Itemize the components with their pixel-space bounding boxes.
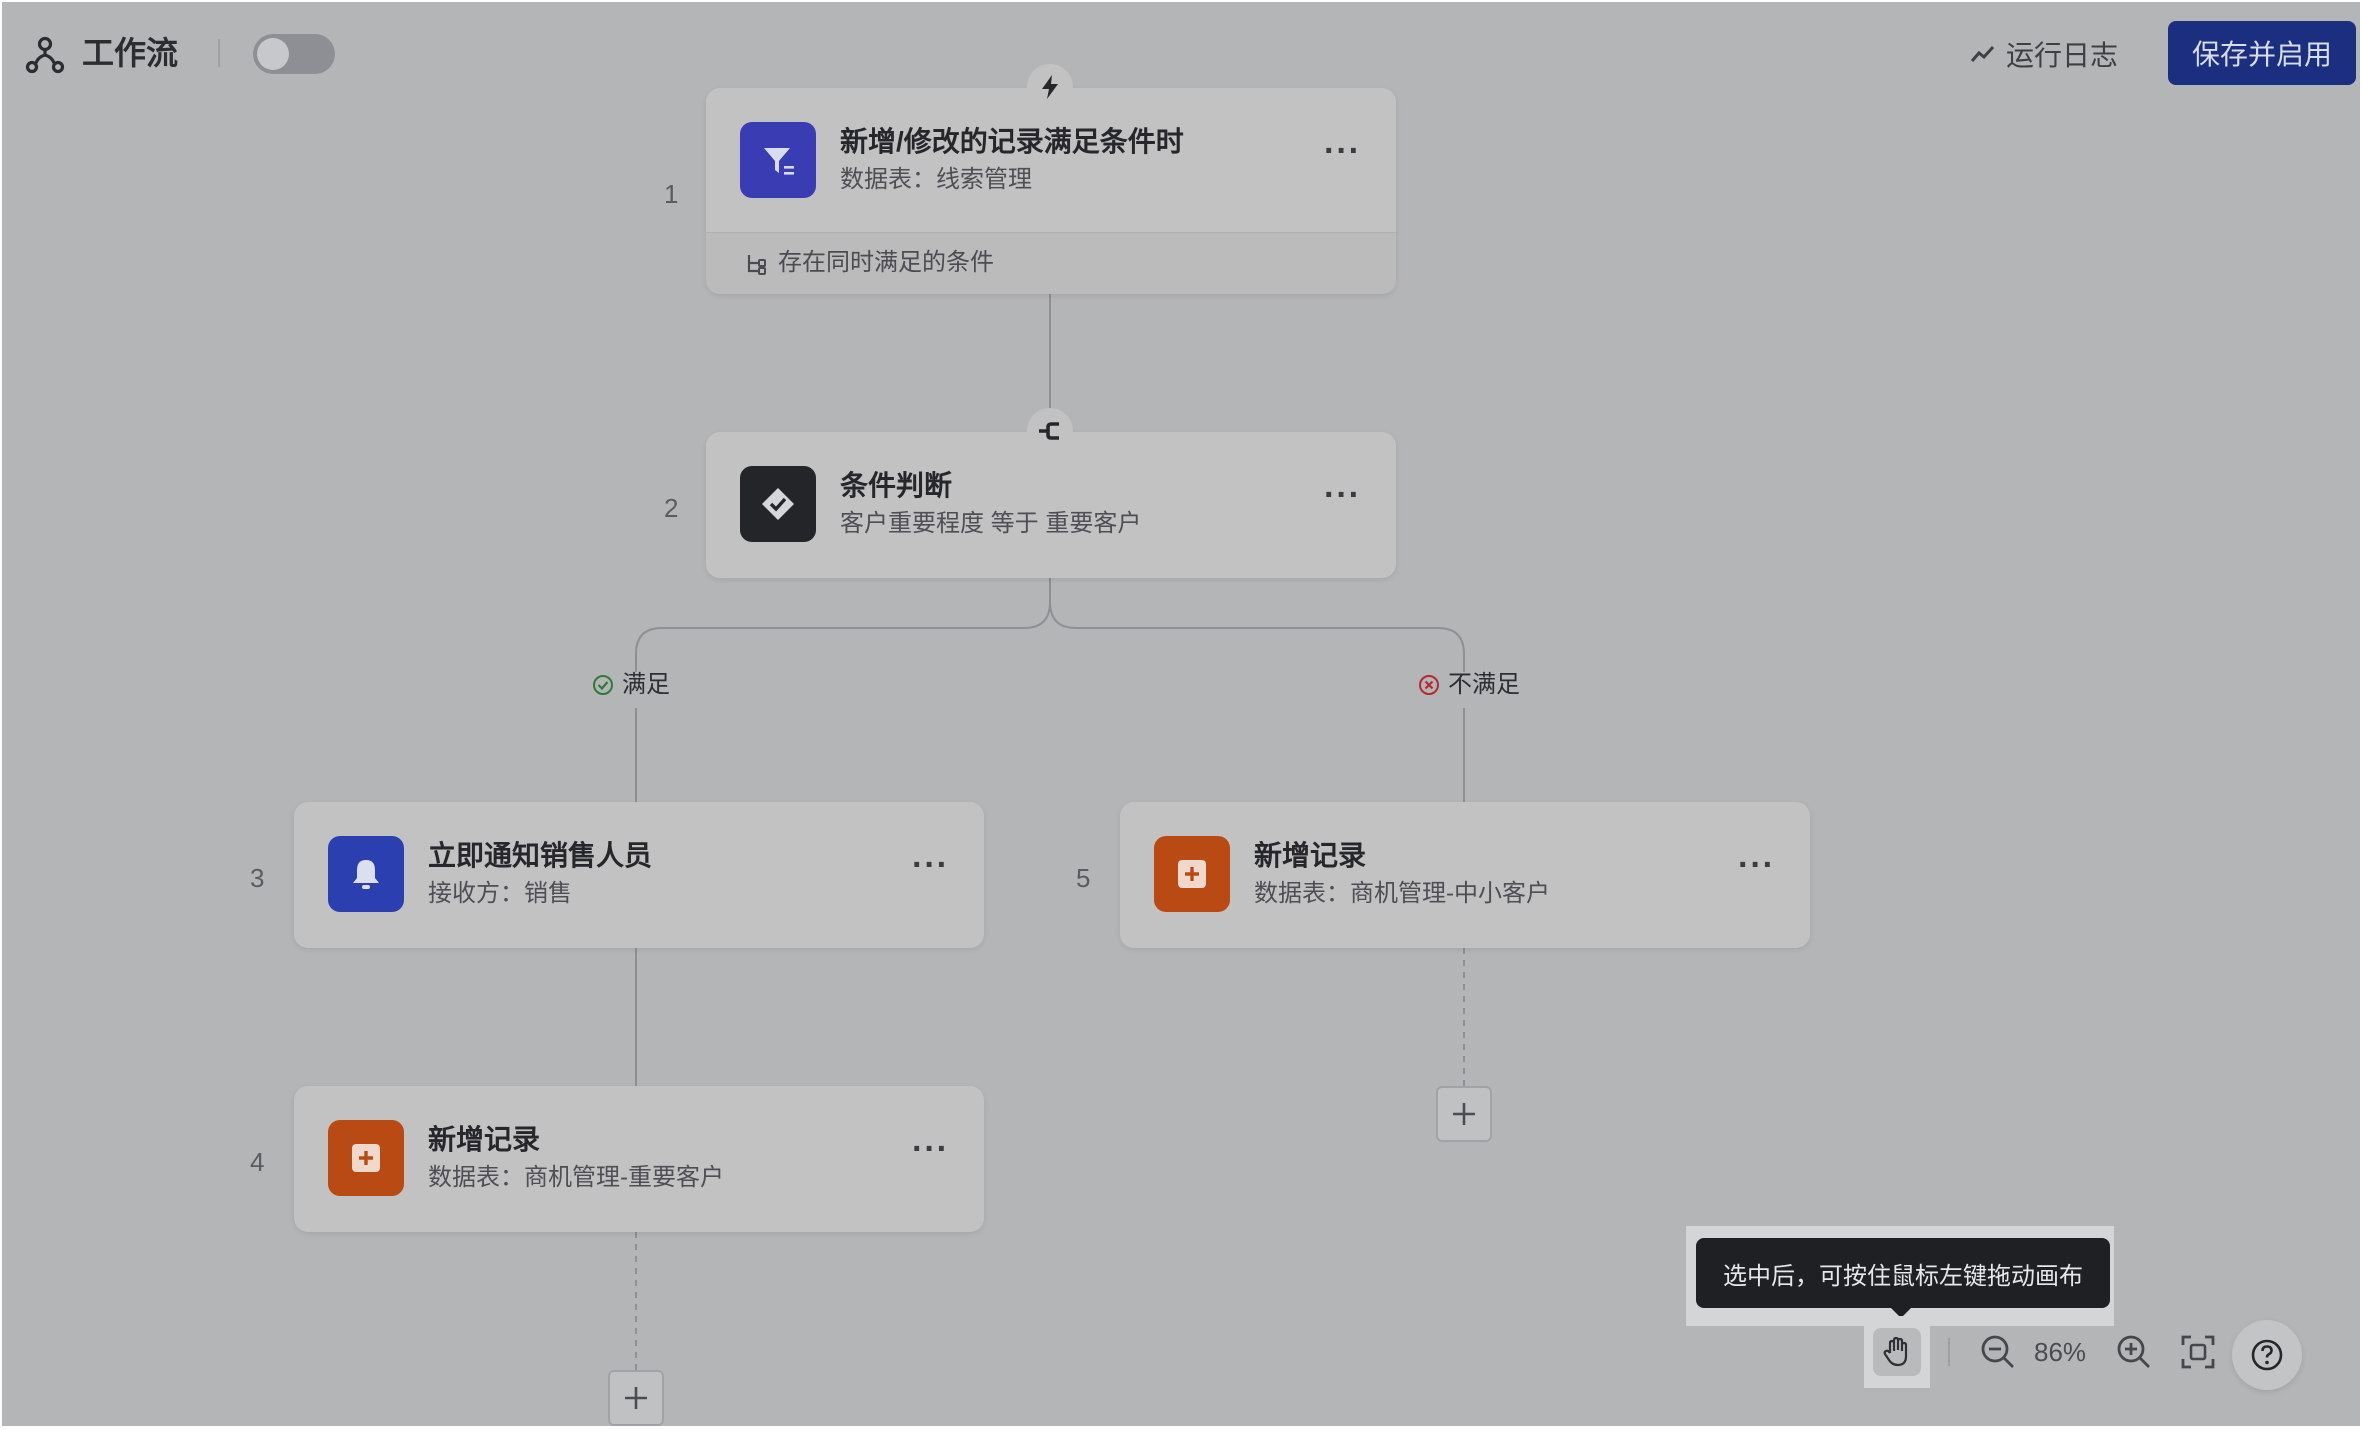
more-options-button[interactable]: ··· [1738, 848, 1774, 884]
check-badge-icon [740, 466, 816, 542]
trigger-condition-footer[interactable]: 存在同时满足的条件 [706, 232, 1396, 294]
step-number: 4 [250, 1147, 265, 1177]
page-title: 工作流 [82, 35, 179, 71]
x-circle-icon [1419, 675, 1439, 695]
step-number: 3 [250, 863, 265, 893]
controls-divider [1948, 1338, 1950, 1366]
trend-icon [1970, 45, 1995, 62]
plus-icon [625, 1387, 647, 1409]
run-log-label: 运行日志 [2006, 40, 2119, 71]
add-record-node[interactable]: 新增记录 数据表：商机管理-重要客户 ··· [294, 1086, 984, 1232]
footer-label: 存在同时满足的条件 [778, 249, 994, 276]
check-circle-icon [593, 675, 613, 695]
toggle-knob [257, 38, 289, 70]
workflow-canvas[interactable]: 工作流 运行日志 保存并启用 1 新增/修改的记录满足条件时 数据表：线索管理 … [2, 2, 2360, 1426]
step-number: 1 [664, 179, 679, 209]
branch-no-text: 不满足 [1448, 671, 1520, 698]
more-options-button[interactable]: ··· [912, 848, 948, 884]
add-step-button[interactable] [1436, 1086, 1492, 1142]
filter-icon [740, 122, 816, 198]
drag-canvas-button[interactable] [1864, 1316, 1930, 1388]
more-options-button[interactable]: ··· [1324, 134, 1360, 170]
run-log-button[interactable]: 运行日志 [1970, 32, 2118, 76]
step-number: 2 [664, 493, 679, 523]
branch-icon [1027, 408, 1073, 454]
bell-icon [328, 836, 404, 912]
header-divider [218, 39, 220, 67]
node-subtitle: 接收方：销售 [428, 880, 572, 907]
workflow-enable-toggle[interactable] [253, 34, 335, 74]
add-record-node[interactable]: 新增记录 数据表：商机管理-中小客户 ··· [1120, 802, 1810, 948]
branch-yes-label: 满足 [592, 669, 670, 701]
zoom-out-icon [1981, 1335, 2014, 1368]
node-title: 立即通知销售人员 [428, 840, 653, 871]
condition-tree-icon [747, 255, 766, 275]
zoom-in-icon [2117, 1335, 2150, 1368]
fit-view-icon [2181, 1335, 2215, 1369]
workflow-icon [25, 36, 65, 74]
zoom-level: 86% [2034, 1337, 2087, 1367]
node-title: 新增记录 [1254, 840, 1367, 871]
add-record-icon [328, 1120, 404, 1196]
node-title: 条件判断 [840, 470, 953, 501]
zoom-out-button[interactable] [1976, 1330, 2020, 1374]
branch-yes-text: 满足 [622, 671, 670, 698]
question-icon [2251, 1339, 2283, 1371]
zoom-in-button[interactable] [2112, 1330, 2156, 1374]
add-step-button[interactable] [608, 1370, 664, 1426]
node-title: 新增记录 [428, 1124, 541, 1155]
node-title: 新增/修改的记录满足条件时 [840, 126, 1184, 157]
save-and-enable-button[interactable]: 保存并启用 [2168, 21, 2356, 85]
more-options-button[interactable]: ··· [1324, 478, 1360, 514]
add-record-icon [1154, 836, 1230, 912]
notify-node[interactable]: 立即通知销售人员 接收方：销售 ··· [294, 802, 984, 948]
node-subtitle: 客户重要程度 等于 重要客户 [840, 510, 1142, 537]
help-button[interactable] [2232, 1320, 2302, 1390]
plus-icon [1453, 1103, 1475, 1125]
node-subtitle: 数据表：线索管理 [840, 166, 1032, 193]
trigger-node[interactable]: 新增/修改的记录满足条件时 数据表：线索管理 ··· 存在同时满足的条件 [706, 88, 1396, 294]
drag-canvas-tooltip: 选中后，可按住鼠标左键拖动画布 [1696, 1238, 2110, 1308]
more-options-button[interactable]: ··· [912, 1132, 948, 1168]
branch-no-label: 不满足 [1418, 669, 1520, 701]
step-number: 5 [1076, 863, 1091, 893]
hand-icon [1873, 1328, 1921, 1376]
lightning-icon [1027, 64, 1073, 110]
node-subtitle: 数据表：商机管理-中小客户 [1254, 880, 1550, 907]
fit-view-button[interactable] [2176, 1330, 2220, 1374]
node-subtitle: 数据表：商机管理-重要客户 [428, 1164, 724, 1191]
